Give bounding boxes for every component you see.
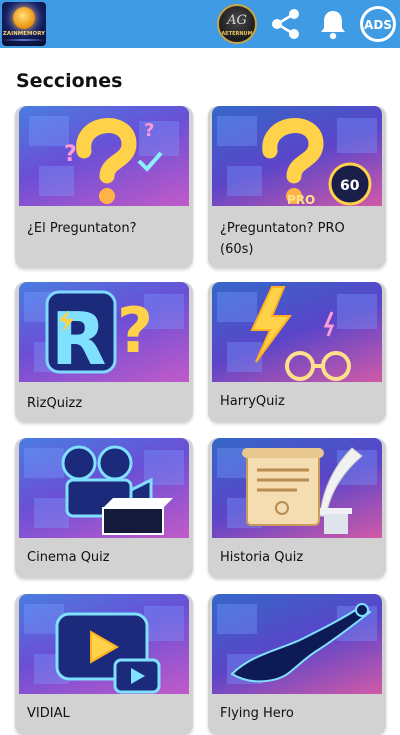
section-thumbnail: 60 PRO [212, 106, 382, 206]
svg-text:60: 60 [340, 178, 360, 194]
scroll-quill-icon [217, 447, 377, 534]
no-ads-icon: ADS [360, 6, 396, 42]
section-card-historia-quiz[interactable]: Historia Quiz [208, 438, 386, 578]
section-thumbnail [212, 594, 382, 694]
section-thumbnail [19, 438, 189, 538]
section-card-cinema-quiz[interactable]: Cinema Quiz [15, 438, 193, 578]
section-card-flying-hero[interactable]: Flying Hero [208, 594, 386, 735]
svg-text:?: ? [117, 294, 153, 367]
section-card-label: Historia Quiz [220, 550, 304, 565]
section-card-label: HarryQuiz [220, 394, 285, 409]
section-card-vidial[interactable]: VIDIAL [15, 594, 193, 735]
app-bar: ZAINMEMORY AG AETERNUM ADS [0, 0, 400, 48]
r-letter-icon: R ? [24, 290, 184, 381]
remove-ads-button[interactable]: ADS [358, 4, 398, 44]
share-icon [272, 9, 299, 39]
lightbulb-icon [13, 7, 35, 29]
timer-question-icon: 60 PRO [217, 116, 377, 206]
section-card-rizquizz[interactable]: R ? RizQuizz [15, 282, 193, 422]
section-card-label: Cinema Quiz [27, 550, 110, 565]
svg-text:?: ? [144, 120, 154, 141]
notifications-button[interactable] [313, 4, 353, 44]
share-button[interactable] [266, 4, 306, 44]
section-thumbnail [212, 438, 382, 538]
section-thumbnail [19, 594, 189, 694]
ads-text: ADS [364, 18, 392, 32]
section-card-harryquiz[interactable]: HarryQuiz [208, 282, 386, 422]
avatar[interactable]: AG AETERNUM [217, 4, 257, 44]
section-card-label: RizQuizz [27, 396, 83, 411]
bell-icon [321, 11, 345, 40]
section-thumbnail: ? ? [19, 106, 189, 206]
section-card-label: Flying Hero [220, 706, 294, 721]
section-thumbnail [212, 282, 382, 382]
logo-wordmark: ZAINMEMORY [2, 31, 46, 37]
video-play-icon [24, 604, 184, 694]
avatar-initials: AG [227, 13, 247, 28]
section-card-label: ¿El Preguntaton? [27, 221, 137, 236]
section-card-preguntaton-pro[interactable]: 60 PRO ¿Preguntaton? PRO (60s) [208, 106, 386, 268]
section-card-preguntaton[interactable]: ? ? ¿El Preguntaton? [15, 106, 193, 268]
lightning-glasses-icon [217, 286, 377, 381]
section-thumbnail: R ? [19, 282, 189, 382]
app-logo[interactable]: ZAINMEMORY [2, 2, 46, 46]
page-title: Secciones [16, 70, 123, 92]
question-mark-icon: ? ? [29, 116, 179, 204]
film-camera-icon [24, 445, 184, 535]
avatar-name: AETERNUM [221, 31, 253, 37]
svg-text:?: ? [64, 142, 77, 167]
section-card-label: ¿Preguntaton? PRO (60s) [220, 221, 345, 257]
svg-text:R: R [51, 297, 106, 381]
section-card-label: VIDIAL [27, 706, 70, 721]
flying-hero-icon [217, 603, 377, 684]
svg-text:PRO: PRO [287, 193, 315, 206]
